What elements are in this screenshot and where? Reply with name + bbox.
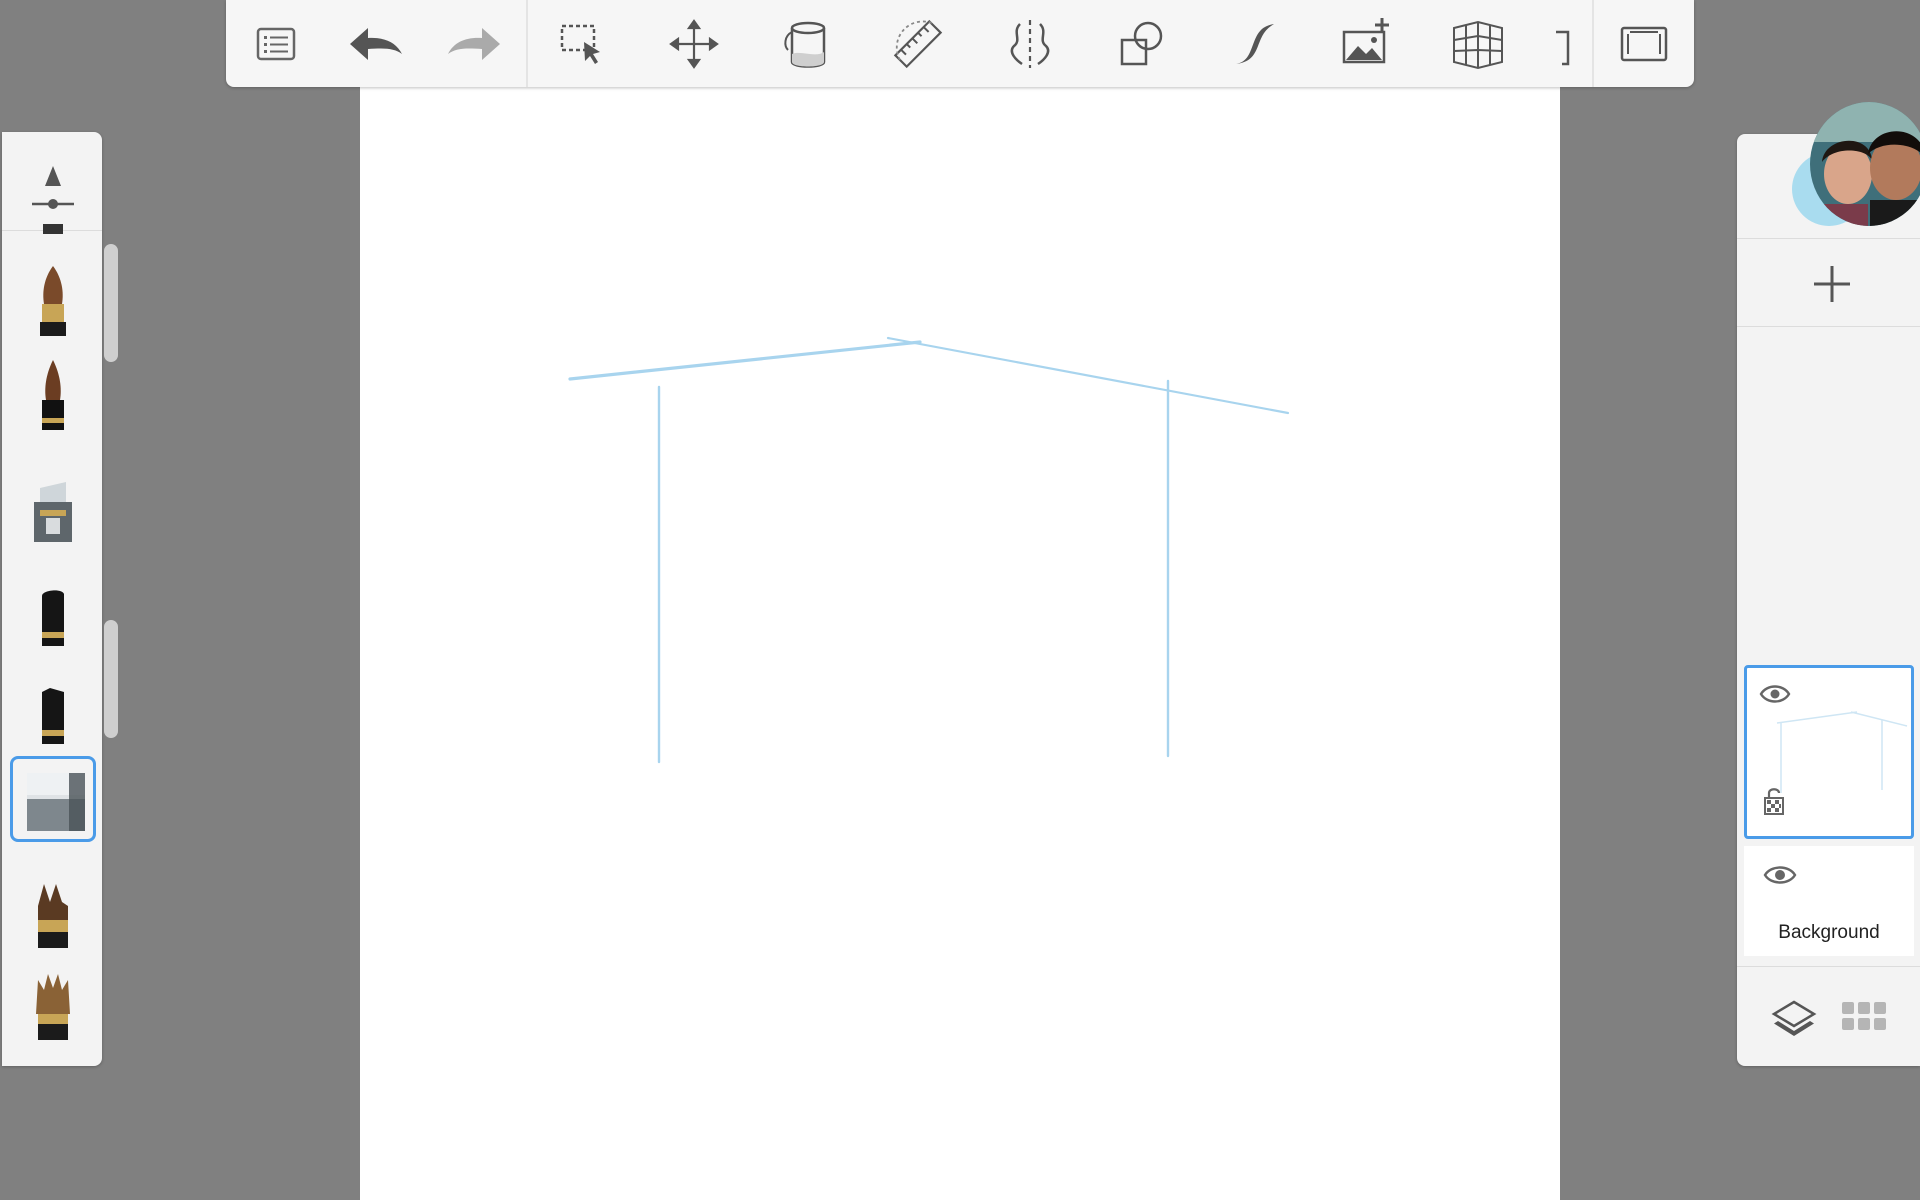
eraser-icon[interactable] [10,756,96,842]
grid-view-icon[interactable] [1840,996,1888,1040]
layer-thumbnail [1759,685,1908,815]
flat-brush-icon[interactable] [10,876,96,962]
toolbar-separator [1592,0,1594,87]
redo-arrow-icon[interactable] [442,12,506,76]
text-icon[interactable] [1548,12,1578,76]
fan-brush-icon[interactable] [10,966,96,1052]
paintbrush-icon[interactable] [10,260,96,346]
add-layer-button[interactable] [1770,254,1894,314]
toolbar-separator [526,0,528,87]
curve-stroke-icon[interactable] [1222,12,1286,76]
layers-stack-icon[interactable] [1770,994,1818,1042]
panel-divider [1737,326,1920,327]
move-arrows-icon[interactable] [662,12,726,76]
roof-stroke-left [568,340,922,381]
symmetry-icon[interactable] [998,12,1062,76]
background-layer-name: Background [1778,922,1880,943]
canvas-strokes [568,336,1290,764]
layer-item-background[interactable]: Background [1744,846,1914,956]
undo-arrow-icon[interactable] [344,12,408,76]
selection-icon[interactable] [550,12,614,76]
palette-scroll-handle-top[interactable] [104,244,118,362]
panel-divider [1737,238,1920,239]
list-menu-icon[interactable] [244,12,308,76]
layer-item-active[interactable] [1744,665,1914,839]
panel-divider [1737,966,1920,967]
top-toolbar [226,0,1694,87]
airbrush-icon[interactable] [10,466,96,552]
fullscreen-icon[interactable] [1612,12,1676,76]
paint-bucket-icon[interactable] [774,12,838,76]
brush-palette [2,132,102,1066]
add-image-icon[interactable] [1334,12,1398,76]
ink-brush-icon[interactable] [10,356,96,442]
marker-icon[interactable] [10,674,96,760]
drawing-canvas[interactable] [360,0,1560,1200]
eye-icon[interactable] [1762,862,1798,888]
user-avatar[interactable] [1810,102,1920,226]
brush-properties-icon[interactable] [10,142,96,228]
ruler-icon[interactable] [886,12,950,76]
roof-stroke-right [886,336,1290,415]
eye-icon[interactable] [1759,685,1791,703]
palette-scroll-handle-bottom[interactable] [104,620,118,738]
brush-partial-icon [10,224,96,234]
chisel-marker-icon[interactable] [10,576,96,662]
shapes-icon[interactable] [1110,12,1174,76]
perspective-grid-icon[interactable] [1446,12,1510,76]
